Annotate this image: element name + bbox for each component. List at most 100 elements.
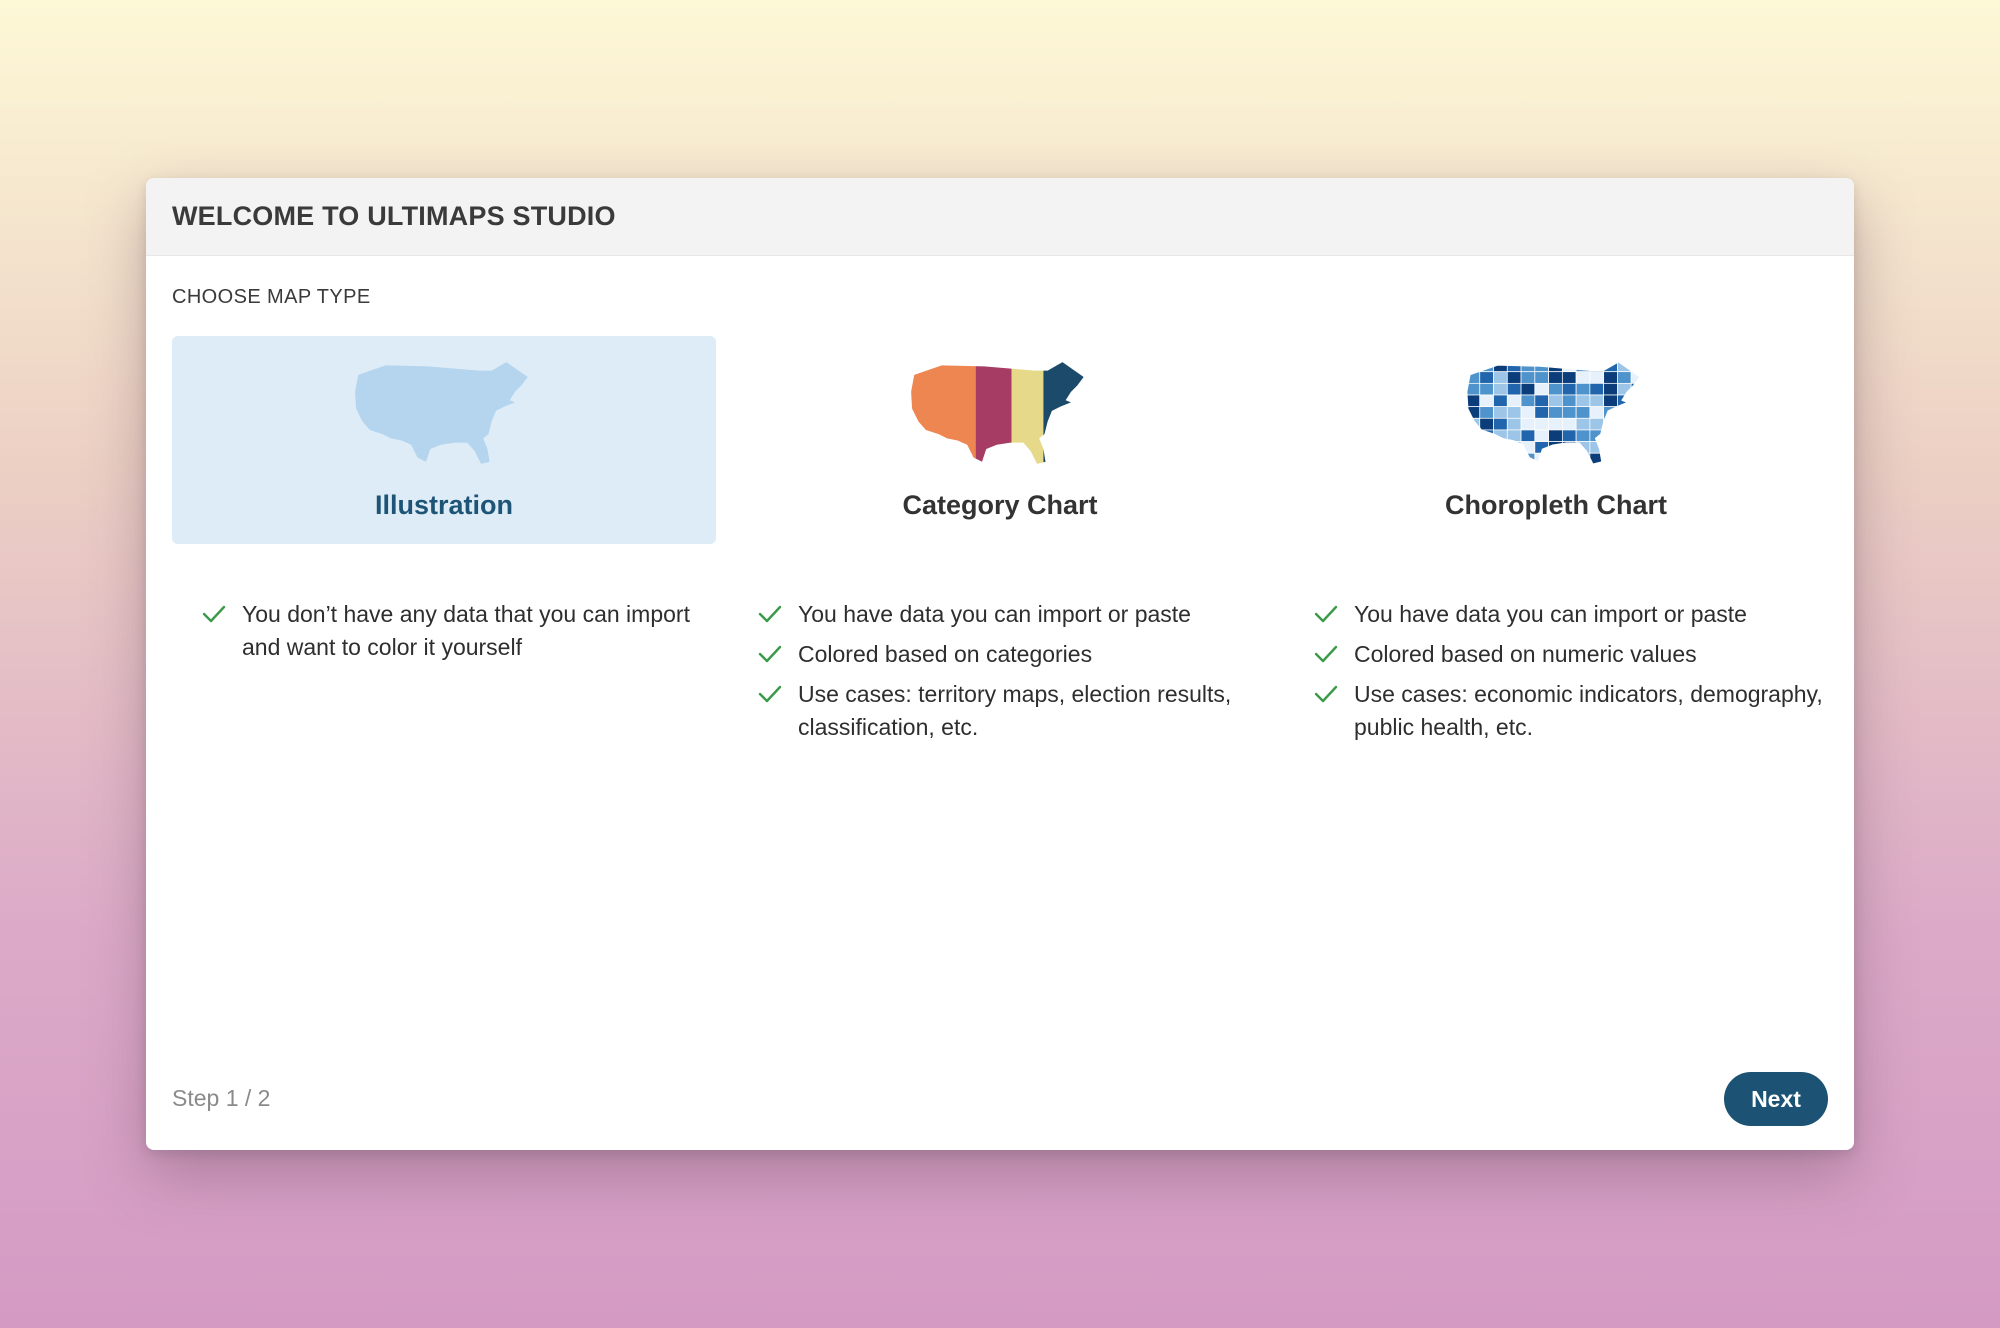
choropleth-region <box>1589 394 1605 408</box>
choropleth-region <box>1534 382 1549 396</box>
choropleth-region <box>1645 465 1646 468</box>
choropleth-region <box>1617 371 1632 384</box>
choropleth-region <box>1520 382 1536 396</box>
choropleth-region <box>1479 452 1494 464</box>
choropleth-region <box>1534 394 1549 408</box>
choropleth-region <box>1645 453 1646 465</box>
choropleth-region <box>1534 406 1549 419</box>
feature-item: Use cases: territory maps, election resu… <box>758 678 1278 744</box>
map-type-title: Choropleth Chart <box>1445 490 1667 520</box>
choropleth-region <box>1575 429 1591 442</box>
choropleth-region <box>1535 465 1549 468</box>
choropleth-region <box>1549 465 1563 468</box>
choropleth-region <box>1575 371 1591 384</box>
choropleth-region <box>1630 362 1640 373</box>
choropleth-region <box>1493 406 1508 419</box>
choropleth-region <box>1467 362 1481 373</box>
choropleth-region <box>1479 417 1494 431</box>
choropleth-region <box>1645 372 1646 384</box>
choropleth-region <box>1561 406 1577 419</box>
choropleth-region <box>1480 465 1494 468</box>
choropleth-region <box>1645 360 1646 372</box>
feature-item: You have data you can import or paste <box>1314 598 1834 631</box>
choropleth-region <box>1548 406 1563 419</box>
checkmark-icon <box>758 605 782 623</box>
choropleth-region <box>1534 371 1549 384</box>
choropleth-region <box>1575 417 1591 431</box>
feature-text: Colored based on categories <box>798 641 1093 667</box>
choropleth-region <box>1506 441 1522 454</box>
us-map-choropleth-icon <box>1466 360 1646 468</box>
choropleth-region <box>1534 452 1549 464</box>
step-indicator: Step 1 / 2 <box>172 1085 271 1111</box>
choropleth-region <box>1575 452 1591 464</box>
checkmark-icon <box>758 685 782 703</box>
choropleth-region <box>1645 395 1646 407</box>
map-type-title: Category Chart <box>902 490 1098 520</box>
choropleth-region <box>1520 394 1536 408</box>
feature-item: You don’t have any data that you can imp… <box>202 598 722 664</box>
choropleth-region <box>1548 394 1563 408</box>
choropleth-region <box>1561 371 1577 384</box>
choropleth-region <box>1561 394 1577 408</box>
feature-list-illustration: You don’t have any data that you can imp… <box>202 598 722 671</box>
choropleth-region <box>1575 382 1591 396</box>
choropleth-region <box>1520 429 1536 442</box>
choropleth-region <box>1493 417 1508 431</box>
feature-item: Colored based on categories <box>758 638 1278 671</box>
feature-item: Colored based on numeric values <box>1314 638 1834 671</box>
choropleth-region <box>1561 362 1577 373</box>
choropleth-region <box>1645 407 1646 419</box>
choropleth-region <box>1493 382 1508 396</box>
choropleth-region <box>1520 417 1536 431</box>
choropleth-region <box>1603 441 1618 454</box>
choropleth-region <box>1630 417 1640 431</box>
choropleth-region <box>1506 452 1522 464</box>
choropleth-region <box>1520 441 1536 454</box>
choropleth-region <box>1603 362 1618 373</box>
map-type-card-illustration[interactable]: Illustration <box>172 336 716 544</box>
choropleth-region <box>1617 441 1632 454</box>
feature-list-category-chart: You have data you can import or paste Co… <box>758 598 1278 751</box>
choropleth-region <box>1575 441 1591 454</box>
choropleth-region <box>1575 406 1591 419</box>
choropleth-region <box>1548 382 1563 396</box>
feature-list-choropleth-chart: You have data you can import or paste Co… <box>1314 598 1834 751</box>
choropleth-region <box>1467 371 1481 384</box>
choropleth-region <box>1617 394 1632 408</box>
choropleth-region <box>1479 406 1494 419</box>
choropleth-region <box>1645 430 1646 442</box>
map-type-card-choropleth-chart[interactable]: Choropleth Chart <box>1284 336 1828 544</box>
choropleth-region <box>1493 371 1508 384</box>
choropleth-region <box>1479 371 1494 384</box>
choropleth-region <box>1493 394 1508 408</box>
choropleth-region <box>1548 452 1563 464</box>
map-type-card-category-chart[interactable]: Category Chart <box>728 336 1272 544</box>
choropleth-region <box>1603 371 1618 384</box>
choropleth-region <box>1617 406 1632 419</box>
choropleth-region <box>1479 394 1494 408</box>
choropleth-region <box>1479 382 1494 396</box>
feature-text: You have data you can import or paste <box>798 601 1191 627</box>
choropleth-region <box>1589 371 1605 384</box>
feature-text: Colored based on numeric values <box>1354 641 1697 667</box>
choropleth-region <box>1493 429 1508 442</box>
choropleth-region <box>1466 465 1480 468</box>
choropleth-region <box>1630 441 1640 454</box>
choropleth-region <box>1603 382 1618 396</box>
choropleth-region <box>1467 452 1481 464</box>
section-label: CHOOSE MAP TYPE <box>172 286 371 308</box>
choropleth-region <box>1506 382 1522 396</box>
choropleth-region <box>1561 429 1577 442</box>
next-button[interactable]: Next <box>1724 1072 1828 1126</box>
dialog-header: WELCOME TO ULTIMAPS STUDIO <box>146 178 1854 256</box>
checkmark-icon <box>758 645 782 663</box>
choropleth-region <box>1645 383 1646 395</box>
choropleth-region <box>1548 429 1563 442</box>
map-type-title: Illustration <box>374 490 513 520</box>
feature-text: You don’t have any data that you can imp… <box>242 601 690 660</box>
choropleth-region <box>1630 394 1640 408</box>
choropleth-region <box>1467 441 1481 454</box>
choropleth-region <box>1506 406 1522 419</box>
choropleth-region <box>1493 452 1508 464</box>
